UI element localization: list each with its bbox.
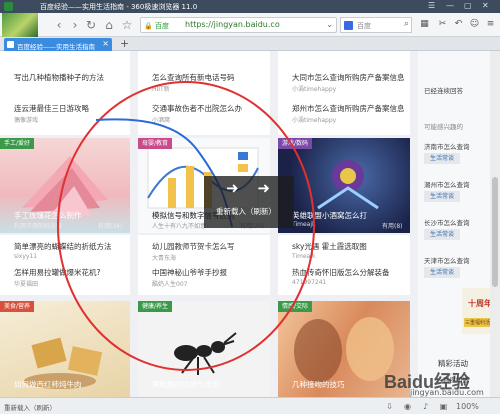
secure-badge: 🔒 百度 <box>144 21 169 31</box>
download-icon[interactable]: ⇩ <box>384 401 395 412</box>
window-title: 百度经验——实用生活指南 - 360极速浏览器 11.0 <box>40 3 198 11</box>
menu-icon[interactable]: ≡ <box>484 18 497 31</box>
search-placeholder: 百度 <box>357 22 371 30</box>
url-text[interactable]: https://jingyan.baidu.co <box>185 20 280 29</box>
chevron-down-icon[interactable]: ⌄ <box>326 20 333 29</box>
zoom-level[interactable]: 100% <box>456 401 479 412</box>
home-icon[interactable]: ⌂ <box>102 18 116 32</box>
tab-favicon-icon <box>7 41 14 48</box>
reload-icon[interactable]: ↻ <box>84 18 98 32</box>
speaker-icon[interactable]: ♪ <box>420 401 431 412</box>
bookmark-star-icon[interactable]: ☆ <box>120 18 134 32</box>
close-window-icon[interactable]: ✕ <box>482 1 489 10</box>
maximize-icon[interactable]: ▢ <box>464 1 472 10</box>
reload-tooltip: ➜ ➜ 重新载入（刷新） <box>204 176 294 228</box>
scrollbar-thumb[interactable] <box>492 177 498 287</box>
user-avatar[interactable] <box>2 13 38 37</box>
menu-icon[interactable]: ☰ <box>428 1 435 10</box>
search-icon[interactable]: ⌕ <box>404 19 409 29</box>
tab-close-icon[interactable]: × <box>102 39 109 48</box>
forward-icon[interactable]: › <box>68 18 82 32</box>
extensions-icon[interactable]: ▦ <box>418 18 431 31</box>
camera-icon[interactable]: ◉ <box>402 401 413 412</box>
app-logo-icon <box>4 2 13 11</box>
undo-icon[interactable]: ↶ <box>452 18 465 31</box>
tab-title: 百度经验——实用生活指南 <box>17 43 95 51</box>
scissors-icon[interactable]: ✂ <box>436 18 449 31</box>
browser-toolbar: ‹ › ↻ ⌂ ☆ 🔒 百度 https://jingyan.baidu.co … <box>0 13 500 37</box>
baidu-search-icon <box>344 21 353 30</box>
status-text: 重新载入（刷新） <box>4 404 56 412</box>
lock-icon: 🔒 <box>144 22 153 30</box>
minimize-icon[interactable]: — <box>446 1 454 10</box>
smiley-icon[interactable]: ☺ <box>468 18 481 31</box>
baidu-watermark-sub: jingyan.baidu.com <box>410 388 484 397</box>
search-input[interactable]: 百度 ⌕ <box>340 17 412 33</box>
tab-bar: 百度经验——实用生活指南 × + <box>0 37 500 51</box>
window-icon[interactable]: ▣ <box>438 401 449 412</box>
window-titlebar: 百度经验——实用生活指南 - 360极速浏览器 11.0 ☰ — ▢ ✕ <box>0 0 500 13</box>
reload-label: 重新载入（刷新） <box>216 207 276 216</box>
address-bar[interactable]: 🔒 百度 https://jingyan.baidu.co ⌄ <box>140 17 337 33</box>
vertical-scrollbar[interactable] <box>490 51 500 397</box>
secure-label: 百度 <box>154 22 169 30</box>
reload-arrows-icon: ➜ ➜ <box>226 179 277 197</box>
status-bar: 重新载入（刷新） ⇩ ◉ ♪ ▣ 100% <box>0 397 500 414</box>
promo-title: 十周年 <box>468 299 492 308</box>
back-icon[interactable]: ‹ <box>52 18 66 32</box>
tab-active[interactable]: 百度经验——实用生活指南 × <box>4 38 112 51</box>
new-tab-button[interactable]: + <box>120 37 129 50</box>
